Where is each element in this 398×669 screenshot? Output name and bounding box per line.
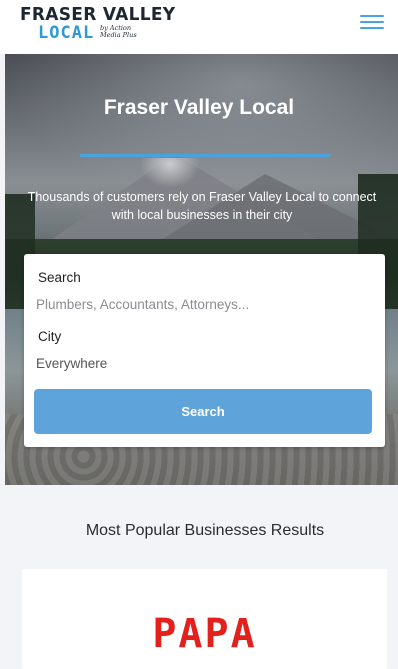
city-label: City	[38, 329, 62, 344]
hamburger-bar	[360, 27, 384, 29]
search-button[interactable]: Search	[34, 389, 372, 434]
logo-text-local: LOCAL	[38, 23, 95, 43]
hero-subtitle: Thousands of customers rely on Fraser Va…	[27, 190, 377, 222]
business-card[interactable]: PAPA	[22, 569, 387, 669]
site-header: FRASER VALLEY LOCAL by Action Media Plus	[0, 0, 398, 54]
business-logo: PAPA	[152, 611, 257, 657]
hamburger-icon[interactable]	[360, 12, 386, 32]
logo-text-fraser-valley: FRASER VALLEY	[20, 4, 176, 26]
site-logo[interactable]: FRASER VALLEY LOCAL by Action Media Plus	[20, 6, 190, 46]
search-input[interactable]	[36, 292, 371, 316]
search-form: Search City Search	[24, 254, 385, 447]
hero-title: Fraser Valley Local	[103, 96, 295, 119]
hero-divider	[80, 154, 330, 157]
logo-tagline: by Action Media Plus	[100, 25, 137, 39]
hero-snow	[140, 158, 200, 188]
hamburger-bar	[360, 21, 384, 23]
hamburger-bar	[360, 15, 384, 17]
city-input[interactable]	[36, 351, 371, 375]
search-label: Search	[38, 270, 81, 285]
popular-section-title: Most Popular Businesses Results	[85, 522, 325, 539]
logo-tagline-line2: Media Plus	[100, 31, 137, 39]
